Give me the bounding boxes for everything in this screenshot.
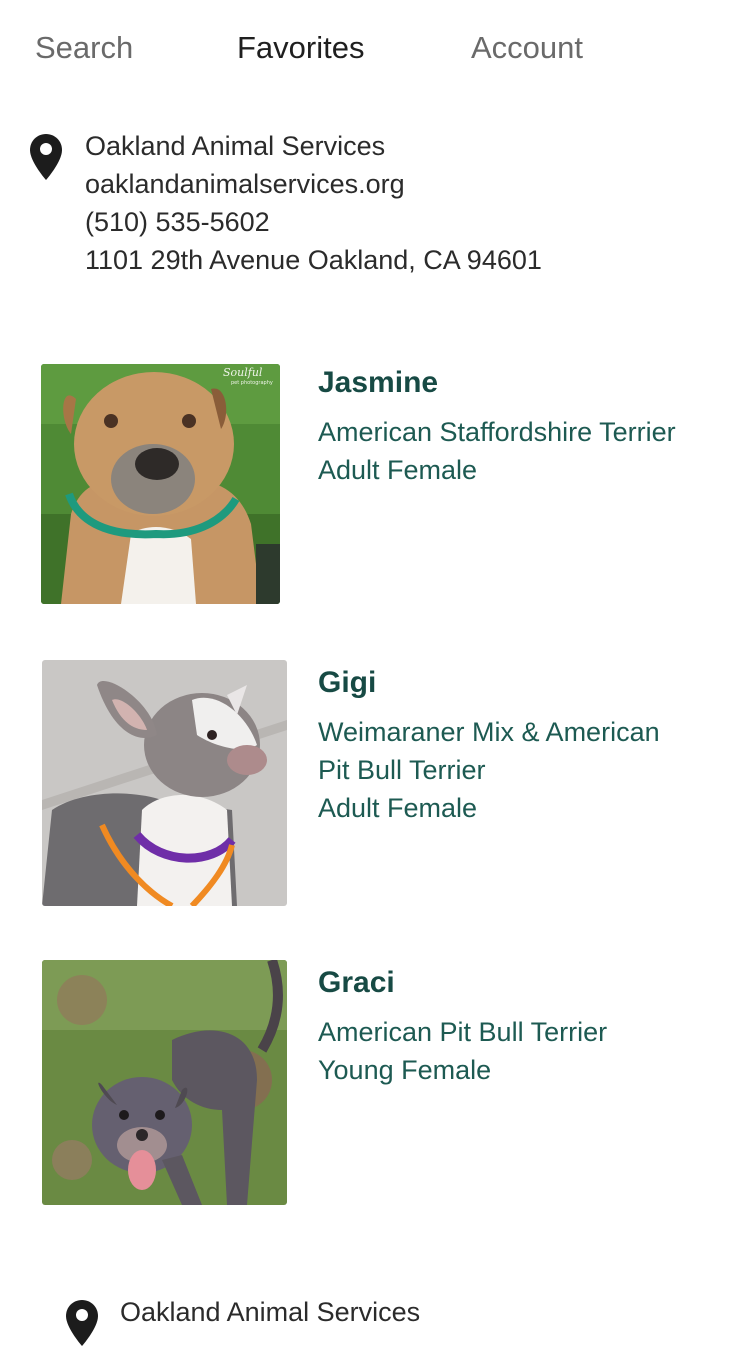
pet-card-gigi[interactable]: Gigi Weimaraner Mix & American Pit Bull …: [0, 660, 750, 906]
pet-breed-line-2: Pit Bull Terrier: [318, 755, 486, 785]
tab-search[interactable]: Search: [35, 28, 133, 68]
pet-card-graci[interactable]: Graci American Pit Bull Terrier Young Fe…: [0, 960, 750, 1206]
pet-photo-graci: [42, 960, 287, 1205]
shelter-phone-link[interactable]: (510) 535-5602: [85, 203, 542, 241]
location-pin-icon: [29, 133, 63, 186]
top-tab-bar: Search Favorites Account: [0, 0, 750, 98]
shelter-address: 1101 29th Avenue Oakland, CA 94601: [85, 245, 542, 275]
location-pin-icon: [65, 1299, 99, 1352]
pet-name: Graci: [318, 966, 395, 999]
pet-name: Jasmine: [318, 366, 439, 399]
pet-breed: American Staffordshire Terrier: [318, 417, 676, 447]
tab-favorites[interactable]: Favorites: [237, 28, 364, 68]
pet-card-jasmine[interactable]: Soulful pet photography Jasmine American…: [0, 364, 750, 604]
shelter-name: Oakland Animal Services: [85, 131, 386, 161]
pet-age-sex: Young Female: [318, 1055, 492, 1085]
pet-photo-jasmine: Soulful pet photography: [41, 364, 280, 604]
pet-photo-gigi: [42, 660, 287, 906]
pet-age-sex: Adult Female: [318, 793, 478, 823]
tab-account[interactable]: Account: [471, 28, 583, 68]
pet-breed-line-1: Weimaraner Mix & American: [318, 717, 660, 747]
pet-age-sex: Adult Female: [318, 455, 478, 485]
shelter-name: Oakland Animal Services: [120, 1297, 421, 1327]
pet-breed: American Pit Bull Terrier: [318, 1017, 608, 1047]
pet-name: Gigi: [318, 666, 377, 699]
shelter-website-link[interactable]: oaklandanimalservices.org: [85, 165, 542, 203]
photo-watermark-sub: pet photography: [231, 380, 273, 386]
photo-watermark: Soulful: [223, 366, 263, 379]
